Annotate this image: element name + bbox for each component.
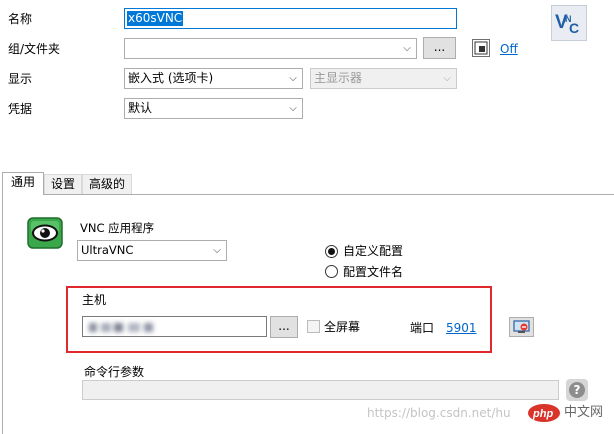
vnc-logo-icon: V C N (551, 5, 587, 41)
radio-profile-name-label[interactable]: 配置文件名 (343, 264, 403, 280)
display-monitor-value: 主显示器 (314, 71, 363, 85)
display-mode-value: 嵌入式 (选项卡) (128, 71, 214, 85)
vnc-app-label: VNC 应用程序 (80, 221, 155, 235)
port-link[interactable]: 5901 (446, 320, 477, 336)
tab-advanced[interactable]: 高级的 (82, 174, 132, 194)
tab-settings[interactable]: 设置 (44, 174, 82, 194)
vnc-app-select[interactable]: UltraVNC ⌵ (77, 240, 227, 261)
remote-desktop-button[interactable] (509, 317, 534, 337)
chevron-down-icon: ⌵ (289, 103, 297, 114)
watermark-url: https://blog.csdn.net/hu (367, 406, 511, 420)
svg-text:php: php (532, 408, 553, 420)
credentials-label: 凭据 (8, 102, 33, 116)
help-icon[interactable]: ? (566, 379, 588, 401)
eye-app-icon (27, 217, 63, 249)
name-label: 名称 (8, 12, 33, 26)
host-value-blurred (89, 321, 169, 332)
chevron-down-icon: ⌵ (403, 43, 411, 54)
radio-custom-config-label[interactable]: 自定义配置 (343, 243, 403, 259)
watermark-site: 中文网 (564, 405, 604, 420)
group-toggle-icon[interactable] (472, 39, 490, 57)
display-mode-select[interactable]: 嵌入式 (选项卡) ⌵ (124, 68, 303, 89)
host-label: 主机 (82, 293, 107, 307)
group-browse-button[interactable]: ... (423, 37, 456, 59)
chevron-down-icon: ⌵ (443, 73, 451, 84)
vnc-app-value: UltraVNC (81, 243, 134, 257)
help-icon-glyph: ? (569, 382, 585, 398)
name-input[interactable]: x60sVNC (124, 8, 457, 29)
group-label: 组/文件夹 (8, 42, 61, 56)
name-value: x60sVNC (127, 11, 184, 26)
credentials-value: 默认 (128, 101, 153, 115)
host-browse-button[interactable]: ... (270, 316, 298, 338)
host-input[interactable] (82, 316, 267, 337)
credentials-select[interactable]: 默认 ⌵ (124, 98, 303, 119)
chevron-down-icon: ⌵ (213, 245, 221, 256)
group-select[interactable]: ⌵ (124, 38, 417, 59)
svg-text:N: N (565, 14, 572, 24)
display-label: 显示 (8, 72, 33, 86)
fullscreen-label[interactable]: 全屏幕 (324, 319, 360, 335)
chevron-down-icon: ⌵ (289, 73, 297, 84)
tab-general[interactable]: 通用 (2, 172, 44, 195)
cmdline-input[interactable] (82, 380, 559, 400)
radio-custom-config[interactable] (325, 245, 338, 258)
php-logo-icon: php (527, 403, 561, 423)
fullscreen-checkbox[interactable] (307, 320, 320, 333)
display-monitor-select[interactable]: 主显示器 ⌵ (310, 68, 457, 89)
remote-desktop-icon (512, 320, 530, 333)
cmdline-label: 命令行参数 (84, 365, 145, 379)
radio-profile-name[interactable] (325, 265, 338, 278)
port-label: 端口 (410, 321, 435, 335)
group-toggle-link[interactable]: Off (500, 41, 518, 57)
